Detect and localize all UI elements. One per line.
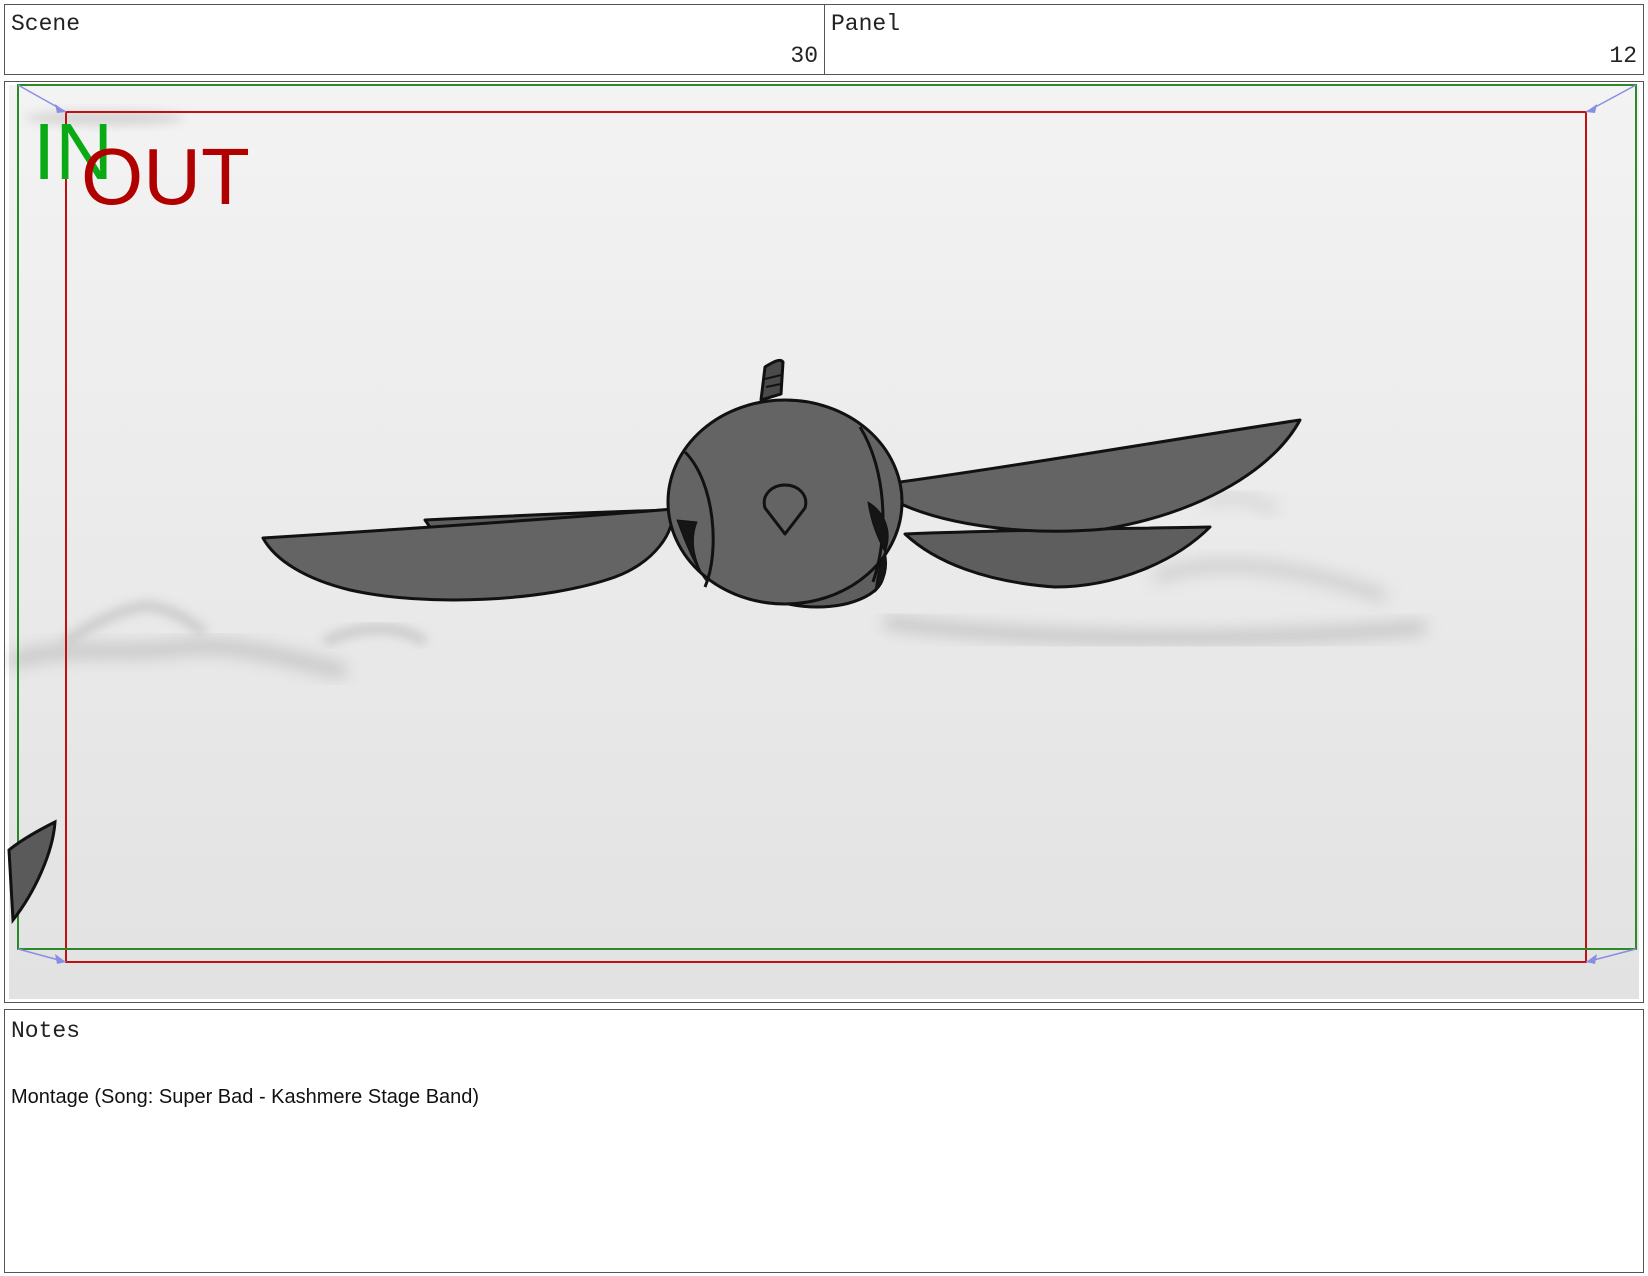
panel-number[interactable]: 12 [1609,43,1637,69]
out-marker: OUT [81,132,250,221]
notes-title: Notes [11,1018,81,1044]
frame-artwork [7,84,1639,999]
storyboard-frame[interactable]: IN OUT [4,81,1644,1003]
panel-header: Panel 12 [824,4,1644,75]
notes-panel: Notes Montage (Song: Super Bad - Kashmer… [4,1009,1644,1273]
notes-text[interactable]: Montage (Song: Super Bad - Kashmere Stag… [11,1086,479,1109]
scene-label: Scene [11,11,81,37]
scene-header: Scene 30 [4,4,825,75]
scene-number[interactable]: 30 [790,43,818,69]
panel-label: Panel [831,11,901,37]
